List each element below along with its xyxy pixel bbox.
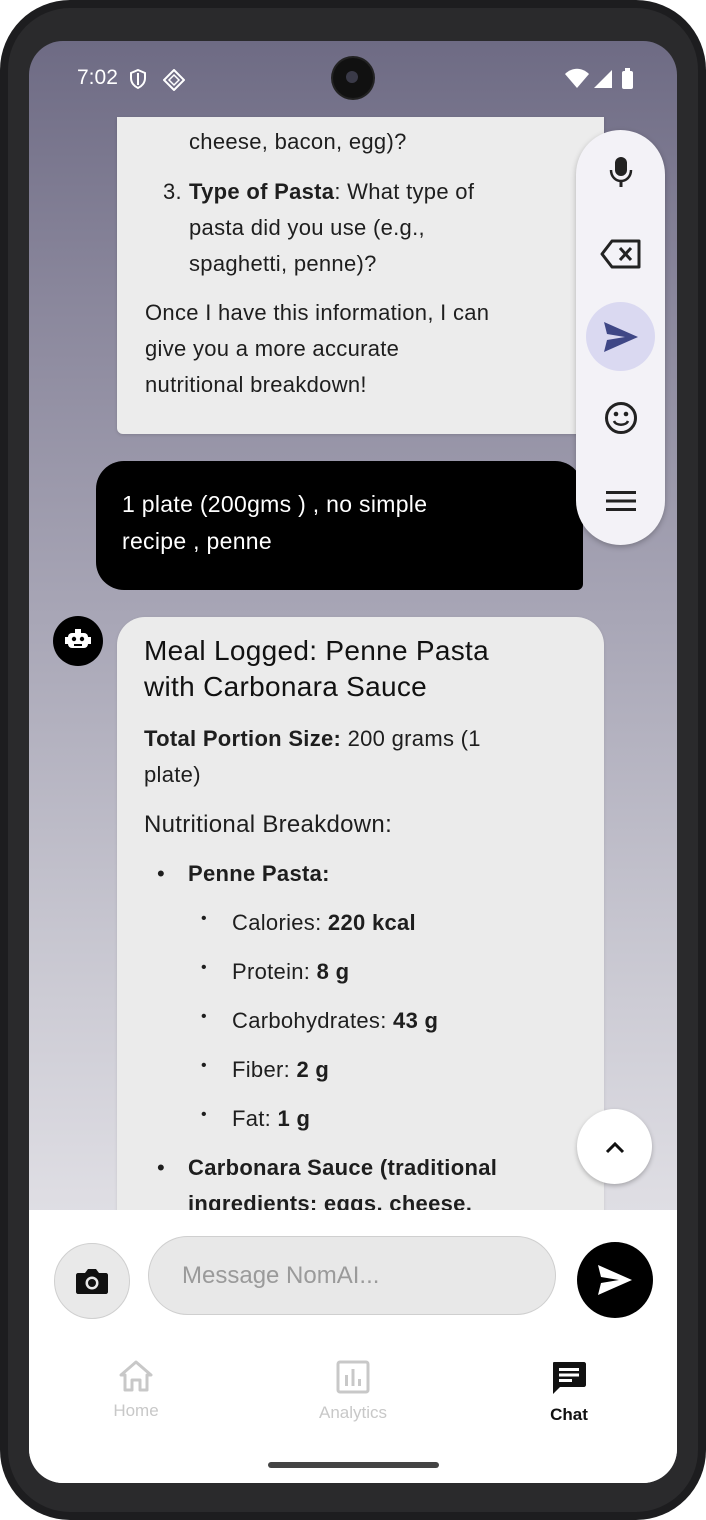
nutrient-row: Protein: 8 g	[232, 959, 350, 984]
message-text: nutritional breakdown!	[145, 372, 367, 397]
backspace-icon	[600, 239, 640, 269]
emoji-button[interactable]	[576, 388, 665, 448]
bullet: •	[201, 1008, 207, 1025]
bullet: •	[201, 1106, 207, 1123]
message-text: recipe , penne	[122, 528, 272, 554]
menu-icon	[605, 491, 636, 511]
camera-icon	[76, 1269, 108, 1294]
bullet: •	[201, 959, 207, 976]
nutrient-row: Fat: 1 g	[232, 1106, 311, 1131]
ai-message-meal-logged: Meal Logged: Penne Pasta with Carbonara …	[117, 617, 604, 1237]
list-number: 3.	[163, 179, 182, 204]
camera-button[interactable]	[54, 1243, 130, 1319]
scroll-to-top-button[interactable]	[577, 1109, 652, 1184]
portion-size: Total Portion Size: 200 grams (1	[144, 726, 481, 751]
bottom-panel: Message NomAI... Home Analytics Chat	[29, 1210, 677, 1483]
emoji-icon	[604, 402, 637, 434]
wifi-icon	[565, 68, 589, 88]
diamond-icon	[163, 69, 185, 91]
microphone-button[interactable]	[576, 142, 665, 202]
phone-frame: 7:02 cheese, bacon, egg)? 3. Type of Pas…	[0, 0, 706, 1520]
bullet: •	[157, 1155, 166, 1180]
send-icon	[598, 1265, 632, 1295]
microphone-icon	[609, 157, 632, 187]
ai-avatar	[53, 616, 103, 666]
status-bar: 7:02	[29, 41, 677, 117]
nav-label: Analytics	[318, 1403, 388, 1422]
status-icons	[565, 68, 633, 89]
bullet: •	[201, 910, 207, 927]
battery-icon	[622, 68, 633, 89]
nutrient-row: Carbohydrates: 43 g	[232, 1008, 439, 1033]
screen: 7:02 cheese, bacon, egg)? 3. Type of Pas…	[29, 41, 677, 1483]
message-text: 1 plate (200gms ) , no simple	[122, 491, 428, 517]
user-message: 1 plate (200gms ) , no simple recipe , p…	[96, 461, 583, 590]
home-icon	[119, 1360, 153, 1392]
nav-home[interactable]: Home	[76, 1360, 196, 1421]
send-button[interactable]	[577, 1242, 653, 1318]
status-time: 7:02	[77, 66, 118, 89]
message-text: pasta did you use (e.g.,	[189, 215, 425, 240]
message-text: give you a more accurate	[145, 336, 400, 361]
send-icon	[603, 322, 638, 352]
signal-icon	[594, 70, 612, 88]
shield-icon	[130, 69, 146, 89]
ai-message-previous: cheese, bacon, egg)? 3. Type of Pasta: W…	[117, 117, 604, 434]
toolbar-send-button[interactable]	[576, 307, 665, 367]
robot-icon	[65, 629, 91, 648]
nav-analytics[interactable]: Analytics	[293, 1360, 413, 1423]
meal-title: Meal Logged: Penne Pasta	[144, 635, 490, 666]
message-input[interactable]: Message NomAI...	[148, 1236, 556, 1315]
nutrient-row: Calories: 220 kcal	[232, 910, 416, 935]
nav-label: Chat	[550, 1405, 588, 1424]
nutrient-row: Fiber: 2 g	[232, 1057, 330, 1082]
home-indicator[interactable]	[268, 1462, 439, 1468]
floating-toolbar	[576, 130, 665, 545]
bullet: •	[157, 861, 166, 886]
food-item: Carbonara Sauce (traditional	[188, 1155, 498, 1180]
message-text: spaghetti, penne)?	[189, 251, 377, 276]
front-camera	[333, 58, 373, 98]
message-text: cheese, bacon, egg)?	[189, 129, 407, 154]
bullet: •	[201, 1057, 207, 1074]
nav-label: Home	[113, 1401, 159, 1420]
chevron-up-icon	[605, 1141, 624, 1153]
chat-icon	[553, 1362, 586, 1394]
backspace-button[interactable]	[576, 224, 665, 284]
message-text: Once I have this information, I can	[145, 300, 490, 325]
food-item: Penne Pasta:	[188, 861, 330, 886]
meal-title: with Carbonara Sauce	[144, 671, 428, 702]
message-text: Type of Pasta: What type of	[189, 179, 475, 204]
portion-size: plate)	[144, 762, 201, 787]
breakdown-heading: Nutritional Breakdown:	[144, 811, 393, 838]
menu-button[interactable]	[576, 471, 665, 531]
nav-chat[interactable]: Chat	[509, 1360, 629, 1425]
analytics-icon	[336, 1360, 370, 1394]
